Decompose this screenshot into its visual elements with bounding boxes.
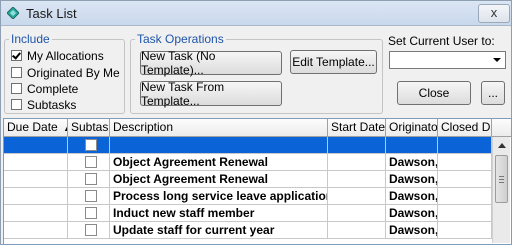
task-grid[interactable]: Due Date ▲ Subtask Description Start Dat… bbox=[3, 118, 512, 245]
originator-cell: Dawson, bbox=[386, 188, 438, 204]
column-header-start-date[interactable]: Start Date bbox=[328, 119, 386, 137]
complete-label: Complete bbox=[27, 81, 79, 96]
complete-option[interactable]: Complete bbox=[11, 81, 78, 96]
start-date-cell bbox=[328, 205, 386, 221]
new-task-from-template-button[interactable]: New Task From Template... bbox=[140, 80, 282, 108]
current-user-dropdown[interactable] bbox=[389, 51, 506, 69]
description-cell: Object Agreement Renewal bbox=[110, 171, 328, 187]
subtask-checkbox[interactable] bbox=[85, 173, 97, 185]
due-date-cell bbox=[4, 171, 68, 187]
include-legend: Include bbox=[11, 32, 50, 46]
originated-by-me-option[interactable]: Originated By Me bbox=[11, 65, 120, 80]
originator-cell bbox=[386, 137, 438, 153]
subtask-checkbox[interactable] bbox=[85, 207, 97, 219]
column-header-description[interactable]: Description bbox=[110, 119, 328, 137]
subtask-checkbox[interactable] bbox=[85, 224, 97, 236]
start-date-cell bbox=[328, 188, 386, 204]
column-header-subtask[interactable]: Subtask bbox=[68, 119, 110, 137]
column-header-filler bbox=[492, 119, 511, 137]
due-date-cell bbox=[4, 137, 68, 153]
my-allocations-option[interactable]: My Allocations bbox=[11, 48, 104, 63]
description-cell bbox=[110, 137, 328, 153]
subtask-checkbox[interactable] bbox=[85, 156, 97, 168]
start-date-cell bbox=[328, 171, 386, 187]
window-title: Task List bbox=[26, 6, 77, 21]
title-bar[interactable]: Task List x bbox=[1, 1, 511, 26]
column-header-originator[interactable]: Originator bbox=[386, 119, 438, 137]
table-row[interactable]: Induct new staff member Dawson, bbox=[4, 205, 492, 222]
chevron-down-icon[interactable] bbox=[490, 53, 504, 67]
new-task-no-template-button[interactable]: New Task (No Template)... bbox=[140, 49, 282, 77]
originator-cell: Dawson, bbox=[386, 222, 438, 238]
originated-by-me-label: Originated By Me bbox=[27, 65, 120, 80]
closed-date-cell bbox=[438, 154, 492, 170]
set-current-user-label: Set Current User to: bbox=[388, 34, 495, 48]
closed-date-cell bbox=[438, 188, 492, 204]
window-close-button[interactable]: x bbox=[478, 4, 510, 23]
subtask-checkbox[interactable] bbox=[85, 190, 97, 202]
due-date-cell bbox=[4, 222, 68, 238]
due-date-cell bbox=[4, 188, 68, 204]
originator-cell: Dawson, bbox=[386, 154, 438, 170]
closed-date-cell bbox=[438, 137, 492, 153]
subtasks-option[interactable]: Subtasks bbox=[11, 97, 76, 112]
edit-template-button[interactable]: Edit Template... bbox=[290, 50, 377, 74]
description-cell: Object Agreement Renewal bbox=[110, 154, 328, 170]
closed-date-cell bbox=[438, 205, 492, 221]
originated-by-me-checkbox[interactable] bbox=[11, 67, 22, 78]
subtasks-checkbox[interactable] bbox=[11, 99, 22, 110]
column-header-due-date[interactable]: Due Date ▲ bbox=[4, 119, 68, 137]
closed-date-cell bbox=[438, 222, 492, 238]
task-list-window: Task List x Include My Allocations Origi… bbox=[0, 0, 512, 245]
due-date-cell bbox=[4, 154, 68, 170]
description-cell: Process long service leave application bbox=[110, 188, 328, 204]
column-header-closed-date[interactable]: Closed Date bbox=[438, 119, 492, 137]
table-row[interactable]: Update staff for current year Dawson, bbox=[4, 222, 492, 239]
complete-checkbox[interactable] bbox=[11, 83, 22, 94]
subtask-checkbox[interactable] bbox=[85, 139, 97, 151]
start-date-cell bbox=[328, 137, 386, 153]
subtasks-label: Subtasks bbox=[27, 97, 77, 112]
my-allocations-label: My Allocations bbox=[27, 48, 104, 63]
due-date-cell bbox=[4, 205, 68, 221]
originator-cell: Dawson, bbox=[386, 205, 438, 221]
description-cell: Induct new staff member bbox=[110, 205, 328, 221]
my-allocations-checkbox[interactable] bbox=[11, 50, 22, 61]
start-date-cell bbox=[328, 222, 386, 238]
originator-cell: Dawson, bbox=[386, 171, 438, 187]
table-row[interactable]: Object Agreement Renewal Dawson, bbox=[4, 154, 492, 171]
scrollbar-thumb[interactable] bbox=[495, 155, 508, 203]
vertical-scrollbar[interactable] bbox=[492, 137, 510, 243]
table-row[interactable]: Process long service leave application D… bbox=[4, 188, 492, 205]
table-row[interactable]: Object Agreement Renewal Dawson, bbox=[4, 171, 492, 188]
close-button[interactable]: Close bbox=[397, 81, 471, 105]
description-cell: Update staff for current year bbox=[110, 222, 328, 238]
closed-date-cell bbox=[438, 171, 492, 187]
task-operations-legend: Task Operations bbox=[137, 32, 224, 46]
task-list-diamond-icon bbox=[7, 7, 19, 19]
table-row[interactable] bbox=[4, 137, 492, 154]
start-date-cell bbox=[328, 154, 386, 170]
more-options-button[interactable]: ... bbox=[481, 81, 505, 105]
scroll-up-icon[interactable] bbox=[494, 138, 509, 153]
